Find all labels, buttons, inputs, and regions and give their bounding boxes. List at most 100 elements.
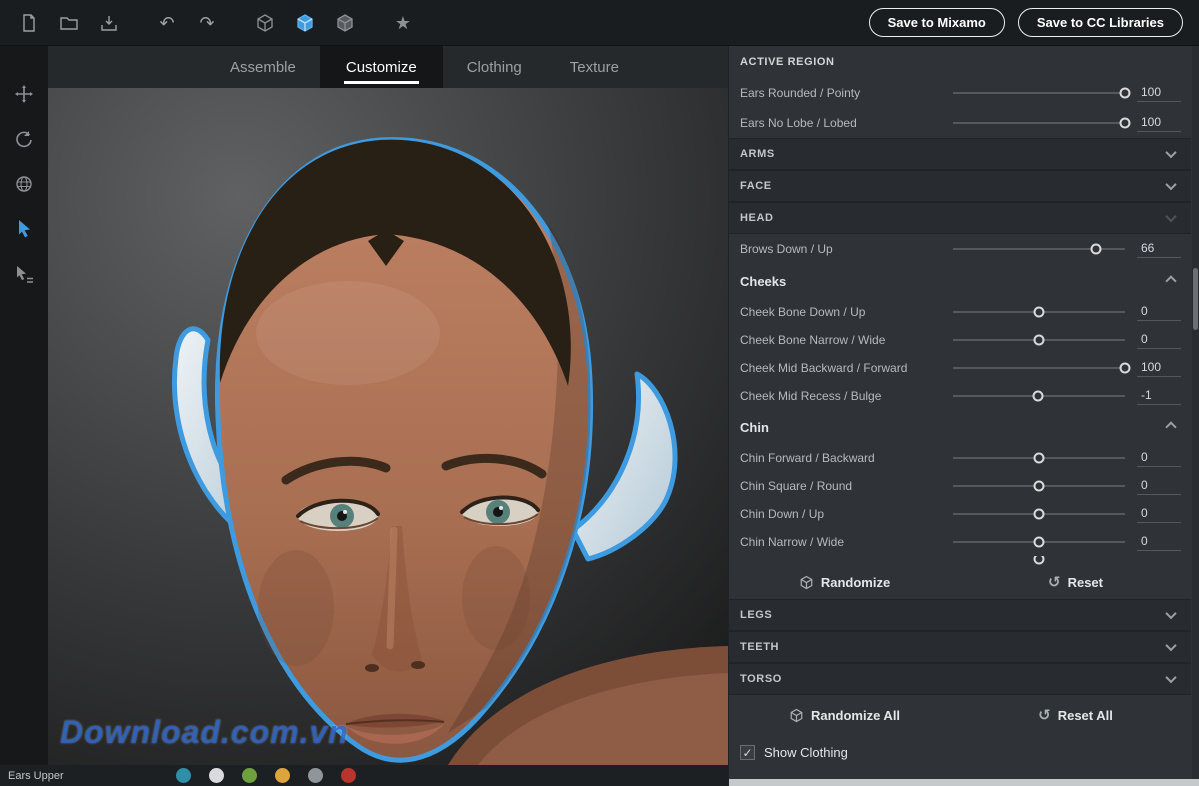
slider-thumb[interactable] [1034,307,1045,318]
param-label: Brows Down / Up [740,242,953,256]
active-region-status-label: Ears Upper [0,770,64,782]
param-row: Chin Narrow / Wide 0 [729,528,1191,556]
param-value[interactable]: 100 [1137,115,1181,132]
section-header-torso[interactable]: TORSO [729,663,1191,695]
param-value[interactable]: 0 [1137,506,1181,523]
param-slider[interactable] [953,327,1125,353]
param-value[interactable]: -1 [1137,388,1181,405]
undo-icon[interactable]: ↶ [154,11,180,35]
show-clothing-label: Show Clothing [764,745,848,760]
cube-shaded-icon[interactable] [332,11,358,35]
swatch-red[interactable] [341,768,356,783]
sphere-tool-icon[interactable] [12,172,36,196]
section-header-face[interactable]: FACE [729,170,1191,202]
section-label: TEETH [740,641,779,653]
param-label: Cheek Bone Down / Up [740,305,953,319]
param-value[interactable]: 0 [1137,332,1181,349]
star-icon[interactable]: ★ [390,11,416,35]
section-header-legs[interactable]: LEGS [729,599,1191,631]
section-header-teeth[interactable]: TEETH [729,631,1191,663]
chevron-up-icon [1165,275,1176,286]
section-label: LEGS [740,609,772,621]
param-slider[interactable] [953,355,1125,381]
param-slider[interactable] [953,529,1125,555]
cube-solid-active-icon[interactable] [292,11,318,35]
redo-icon[interactable]: ↷ [194,11,220,35]
chevron-down-icon [1165,640,1176,651]
region-select-tool-icon[interactable] [12,262,36,286]
reset-all-button[interactable]: ↺ Reset All [1038,708,1113,723]
param-slider[interactable] [953,473,1125,499]
param-slider[interactable] [953,501,1125,527]
move-tool-icon[interactable] [12,82,36,106]
param-slider[interactable] [953,445,1125,471]
section-header-arms[interactable]: ARMS [729,138,1191,170]
orbit-tool-icon[interactable] [12,127,36,151]
slider-thumb[interactable] [1034,481,1045,492]
slider-thumb[interactable] [1033,391,1044,402]
slider-thumb[interactable] [1034,509,1045,520]
param-row: Chin Square / Round 0 [729,472,1191,500]
param-label: Cheek Mid Recess / Bulge [740,389,953,403]
slider-thumb[interactable] [1034,335,1045,346]
param-value[interactable]: 66 [1137,241,1181,258]
section-label: TORSO [740,673,782,685]
param-row: Ears No Lobe / Lobed 100 [729,108,1191,138]
reset-all-label: Reset All [1058,708,1113,723]
show-clothing-checkbox[interactable]: ✓ Show Clothing [729,735,1191,769]
tab-assemble[interactable]: Assemble [206,46,320,88]
param-slider[interactable] [953,236,1125,262]
subsection-label: Cheeks [740,274,786,289]
param-slider[interactable] [953,110,1125,136]
param-value[interactable]: 0 [1137,450,1181,467]
panel-scrollbar[interactable] [1192,46,1199,786]
section-header-head[interactable]: HEAD [729,202,1191,234]
cube-wireframe-icon[interactable] [252,11,278,35]
tab-customize[interactable]: Customize [320,46,443,88]
param-value[interactable]: 0 [1137,534,1181,551]
param-row: Ears Rounded / Pointy 100 [729,78,1191,108]
save-to-mixamo-button[interactable]: Save to Mixamo [869,8,1005,37]
tab-texture[interactable]: Texture [546,46,643,88]
panel-content: ACTIVE REGION Ears Rounded / Pointy 100 … [729,46,1199,786]
slider-thumb[interactable] [1120,118,1131,129]
param-value[interactable]: 100 [1137,360,1181,377]
subsection-header-cheeks[interactable]: Cheeks [729,264,1191,298]
param-slider[interactable] [953,299,1125,325]
param-slider[interactable] [953,80,1125,106]
slider-thumb[interactable] [1034,453,1045,464]
slider-thumb[interactable] [1090,244,1101,255]
open-folder-icon[interactable] [56,11,82,35]
tool-rail [0,46,48,765]
randomize-button[interactable]: Randomize [799,575,890,590]
param-value[interactable]: 0 [1137,478,1181,495]
panel-horizontal-scrollbar[interactable] [729,779,1199,786]
randomize-all-label: Randomize All [811,708,900,723]
param-value[interactable]: 100 [1137,85,1181,102]
param-value[interactable]: 0 [1137,304,1181,321]
slider-thumb[interactable] [1120,363,1131,374]
select-tool-icon[interactable] [12,217,36,241]
param-slider [953,556,1125,565]
scrollbar-thumb[interactable] [1193,268,1198,330]
slider-thumb[interactable] [1120,88,1131,99]
subsection-label: Chin [740,420,769,435]
save-to-cc-libraries-button[interactable]: Save to CC Libraries [1018,8,1183,37]
import-icon[interactable] [96,11,122,35]
swatch-teal[interactable] [176,768,191,783]
swatch-green[interactable] [242,768,257,783]
randomize-all-button[interactable]: Randomize All [789,708,900,723]
param-slider[interactable] [953,383,1125,409]
swatch-amber[interactable] [275,768,290,783]
center-column: Assemble Customize Clothing Texture [48,46,728,765]
param-label: Chin Down / Up [740,507,953,521]
slider-thumb[interactable] [1034,537,1045,548]
swatch-silver[interactable] [209,768,224,783]
character-3d-viewport[interactable]: Y Download.com.vn [48,88,728,765]
swatch-gray[interactable] [308,768,323,783]
subsection-header-chin[interactable]: Chin [729,410,1191,444]
tab-clothing[interactable]: Clothing [443,46,546,88]
reset-button[interactable]: ↺ Reset [1048,575,1103,590]
new-file-icon[interactable] [16,11,42,35]
tab-label: Assemble [230,59,296,76]
